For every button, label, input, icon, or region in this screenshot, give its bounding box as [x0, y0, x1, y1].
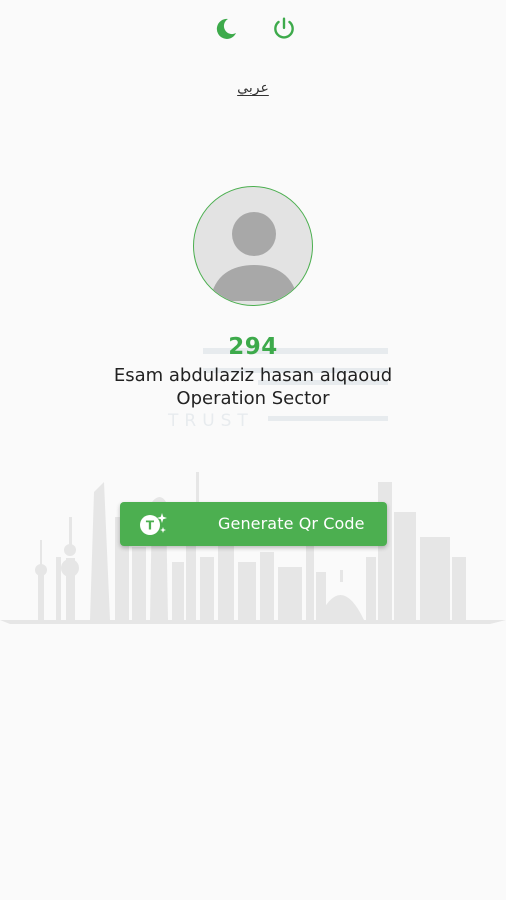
employee-name: Esam abdulaziz hasan alqaoud: [113, 365, 393, 386]
power-icon[interactable]: [269, 14, 299, 44]
employee-id: 294: [228, 334, 278, 360]
qr-sparkle-icon: T: [140, 513, 167, 535]
default-avatar-icon: [210, 212, 298, 301]
generate-qr-code-button[interactable]: T Generate Qr Code: [120, 502, 387, 546]
moon-icon[interactable]: [211, 14, 241, 44]
generate-qr-code-label: Generate Qr Code: [218, 514, 365, 533]
language-toggle-link[interactable]: عربي: [0, 80, 506, 96]
svg-text:T: T: [146, 519, 155, 533]
employee-sector: Operation Sector: [176, 388, 330, 409]
watermark-text: TRUST: [167, 411, 254, 431]
avatar: [193, 186, 313, 306]
top-bar: [0, 14, 506, 46]
